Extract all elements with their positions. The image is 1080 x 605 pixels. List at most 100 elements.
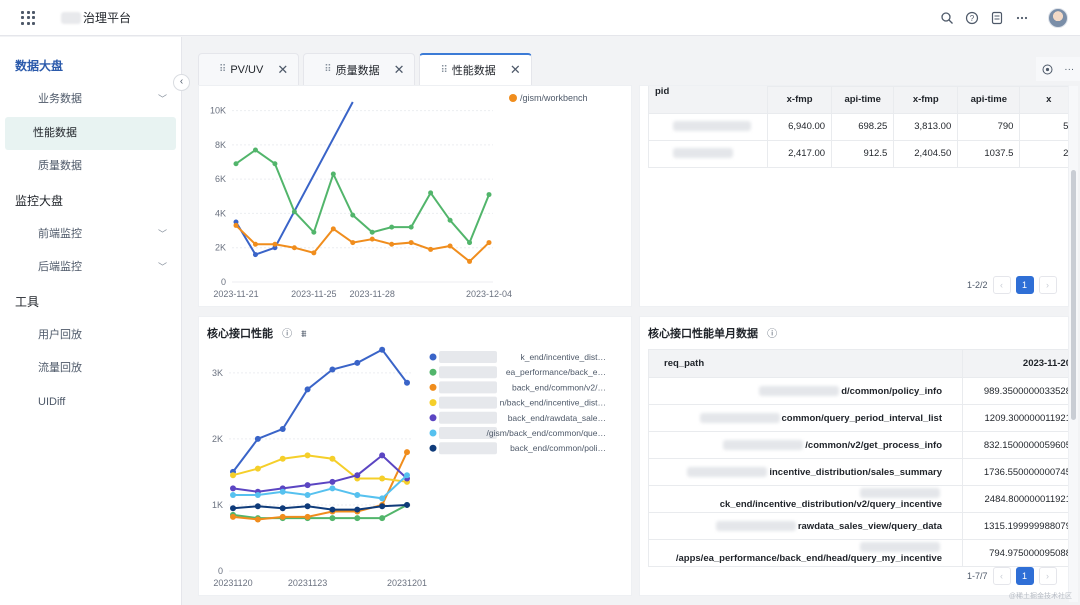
avatar[interactable]	[1048, 8, 1068, 28]
legend-label[interactable]: back_end/common/poli…	[510, 443, 606, 453]
prev-page-button[interactable]: ‹	[992, 567, 1011, 585]
data-point[interactable]	[467, 258, 473, 264]
table-row[interactable]: incentive_distribution/sales_summary 1736…	[648, 458, 1068, 486]
tab[interactable]: ⠿ 性能数据 ✕	[419, 53, 532, 85]
legend-label[interactable]: /gism/back_end/common/que…	[486, 428, 606, 438]
data-point[interactable]	[311, 229, 317, 235]
info-icon[interactable]: ⓘ	[767, 329, 777, 340]
data-point[interactable]	[354, 515, 361, 522]
next-page-button[interactable]: ›	[1038, 276, 1057, 294]
help-icon[interactable]: ?	[965, 11, 979, 25]
data-point[interactable]	[428, 246, 434, 252]
close-all-icon[interactable]	[1042, 64, 1053, 75]
data-point[interactable]	[254, 465, 261, 472]
table-row[interactable]: common/query_period_interval_list 1209.30…	[648, 404, 1068, 432]
data-point[interactable]	[254, 492, 261, 499]
data-point[interactable]	[447, 217, 453, 223]
data-point[interactable]	[230, 472, 236, 479]
data-point[interactable]	[230, 492, 236, 499]
data-point[interactable]	[329, 485, 336, 492]
legend-label[interactable]: back_end/rawdata_sale…	[508, 413, 606, 423]
data-point[interactable]	[369, 236, 375, 242]
next-page-button[interactable]: ›	[1038, 567, 1057, 585]
tab[interactable]: ⠿ PV/UV ✕	[198, 53, 300, 85]
table-row[interactable]: 2,417.00912.52,404.501037.52,	[647, 139, 1068, 168]
filter-icon[interactable]: ⩩	[301, 329, 306, 340]
data-point[interactable]	[254, 435, 261, 442]
data-point[interactable]	[252, 241, 258, 247]
page-button[interactable]: 1	[1015, 567, 1034, 585]
data-point[interactable]	[233, 161, 239, 167]
search-icon[interactable]	[940, 11, 954, 25]
data-point[interactable]	[304, 503, 311, 510]
data-point[interactable]	[330, 226, 336, 232]
data-point[interactable]	[254, 503, 261, 510]
more-tabs-icon[interactable]: ···	[1064, 64, 1074, 75]
data-point[interactable]	[486, 192, 492, 198]
info-icon[interactable]: ⓘ	[282, 329, 292, 340]
prev-page-button[interactable]: ‹	[992, 276, 1011, 294]
data-point[interactable]	[304, 482, 311, 489]
drag-handle-icon[interactable]: ⠿	[440, 65, 447, 76]
data-point[interactable]	[350, 212, 356, 218]
data-point[interactable]	[404, 379, 410, 386]
close-tab-icon[interactable]: ✕	[277, 62, 288, 78]
data-point[interactable]	[404, 501, 410, 508]
data-point[interactable]	[389, 241, 395, 247]
data-point[interactable]	[354, 492, 361, 499]
data-point[interactable]	[428, 190, 434, 196]
data-point[interactable]	[272, 241, 278, 247]
data-point[interactable]	[291, 209, 297, 215]
data-point[interactable]	[389, 224, 395, 230]
data-point[interactable]	[230, 513, 236, 520]
sidebar-group[interactable]: 工具	[0, 285, 181, 319]
page-button[interactable]: 1	[1015, 276, 1034, 294]
legend-label[interactable]: back_end/common/v2/…	[512, 382, 606, 392]
legend-label[interactable]: /gism/workbench	[520, 93, 588, 103]
data-point[interactable]	[329, 506, 336, 513]
data-point[interactable]	[486, 240, 492, 246]
data-point[interactable]	[329, 366, 336, 373]
data-point[interactable]	[304, 452, 311, 459]
sidebar-item[interactable]: 前端监控 ﹀	[5, 218, 176, 252]
table-row[interactable]: /apps/ea_performance/back_end/head/query…	[648, 539, 1068, 567]
sidebar-item[interactable]: 性能数据	[5, 116, 176, 150]
data-point[interactable]	[233, 222, 239, 228]
doc-icon[interactable]	[990, 11, 1004, 25]
data-point[interactable]	[408, 240, 414, 246]
close-tab-icon[interactable]: ✕	[394, 62, 405, 78]
apps-grid-icon[interactable]	[21, 10, 35, 25]
tab[interactable]: ⠿ 质量数据 ✕	[303, 53, 416, 85]
data-point[interactable]	[329, 478, 336, 485]
data-point[interactable]	[254, 516, 261, 523]
data-point[interactable]	[379, 475, 386, 482]
table-row[interactable]: 6,940.00698.253,813.007905,	[647, 112, 1068, 141]
data-point[interactable]	[311, 250, 317, 256]
data-point[interactable]	[330, 171, 336, 177]
data-point[interactable]	[354, 472, 361, 479]
scrollbar-thumb[interactable]	[1071, 170, 1076, 420]
data-point[interactable]	[279, 513, 286, 520]
more-icon[interactable]	[1015, 11, 1029, 25]
data-point[interactable]	[379, 515, 386, 522]
sidebar-item[interactable]: 后端监控 ﹀	[5, 251, 176, 285]
data-point[interactable]	[404, 449, 410, 456]
data-point[interactable]	[329, 455, 336, 462]
table-row[interactable]: d/common/policy_info 989.3500000033528	[648, 377, 1068, 405]
data-point[interactable]	[467, 240, 473, 246]
data-point[interactable]	[279, 505, 286, 512]
table-row[interactable]: rawdata_sales_view/query_data 1315.199999…	[648, 512, 1068, 540]
data-point[interactable]	[230, 505, 236, 512]
data-point[interactable]	[379, 346, 386, 353]
data-point[interactable]	[291, 245, 297, 251]
data-point[interactable]	[252, 252, 258, 258]
sidebar-item[interactable]: UIDiff	[5, 386, 176, 420]
data-point[interactable]	[379, 495, 386, 502]
legend-label[interactable]: n/back_end/incentive_dist…	[500, 398, 606, 408]
table-row[interactable]: ck_end/incentive_distribution/v2/query_i…	[648, 485, 1068, 513]
data-point[interactable]	[379, 452, 386, 459]
sidebar-group[interactable]: 数据大盘	[0, 49, 181, 83]
data-point[interactable]	[279, 488, 286, 495]
data-point[interactable]	[279, 455, 286, 462]
data-point[interactable]	[304, 386, 311, 393]
